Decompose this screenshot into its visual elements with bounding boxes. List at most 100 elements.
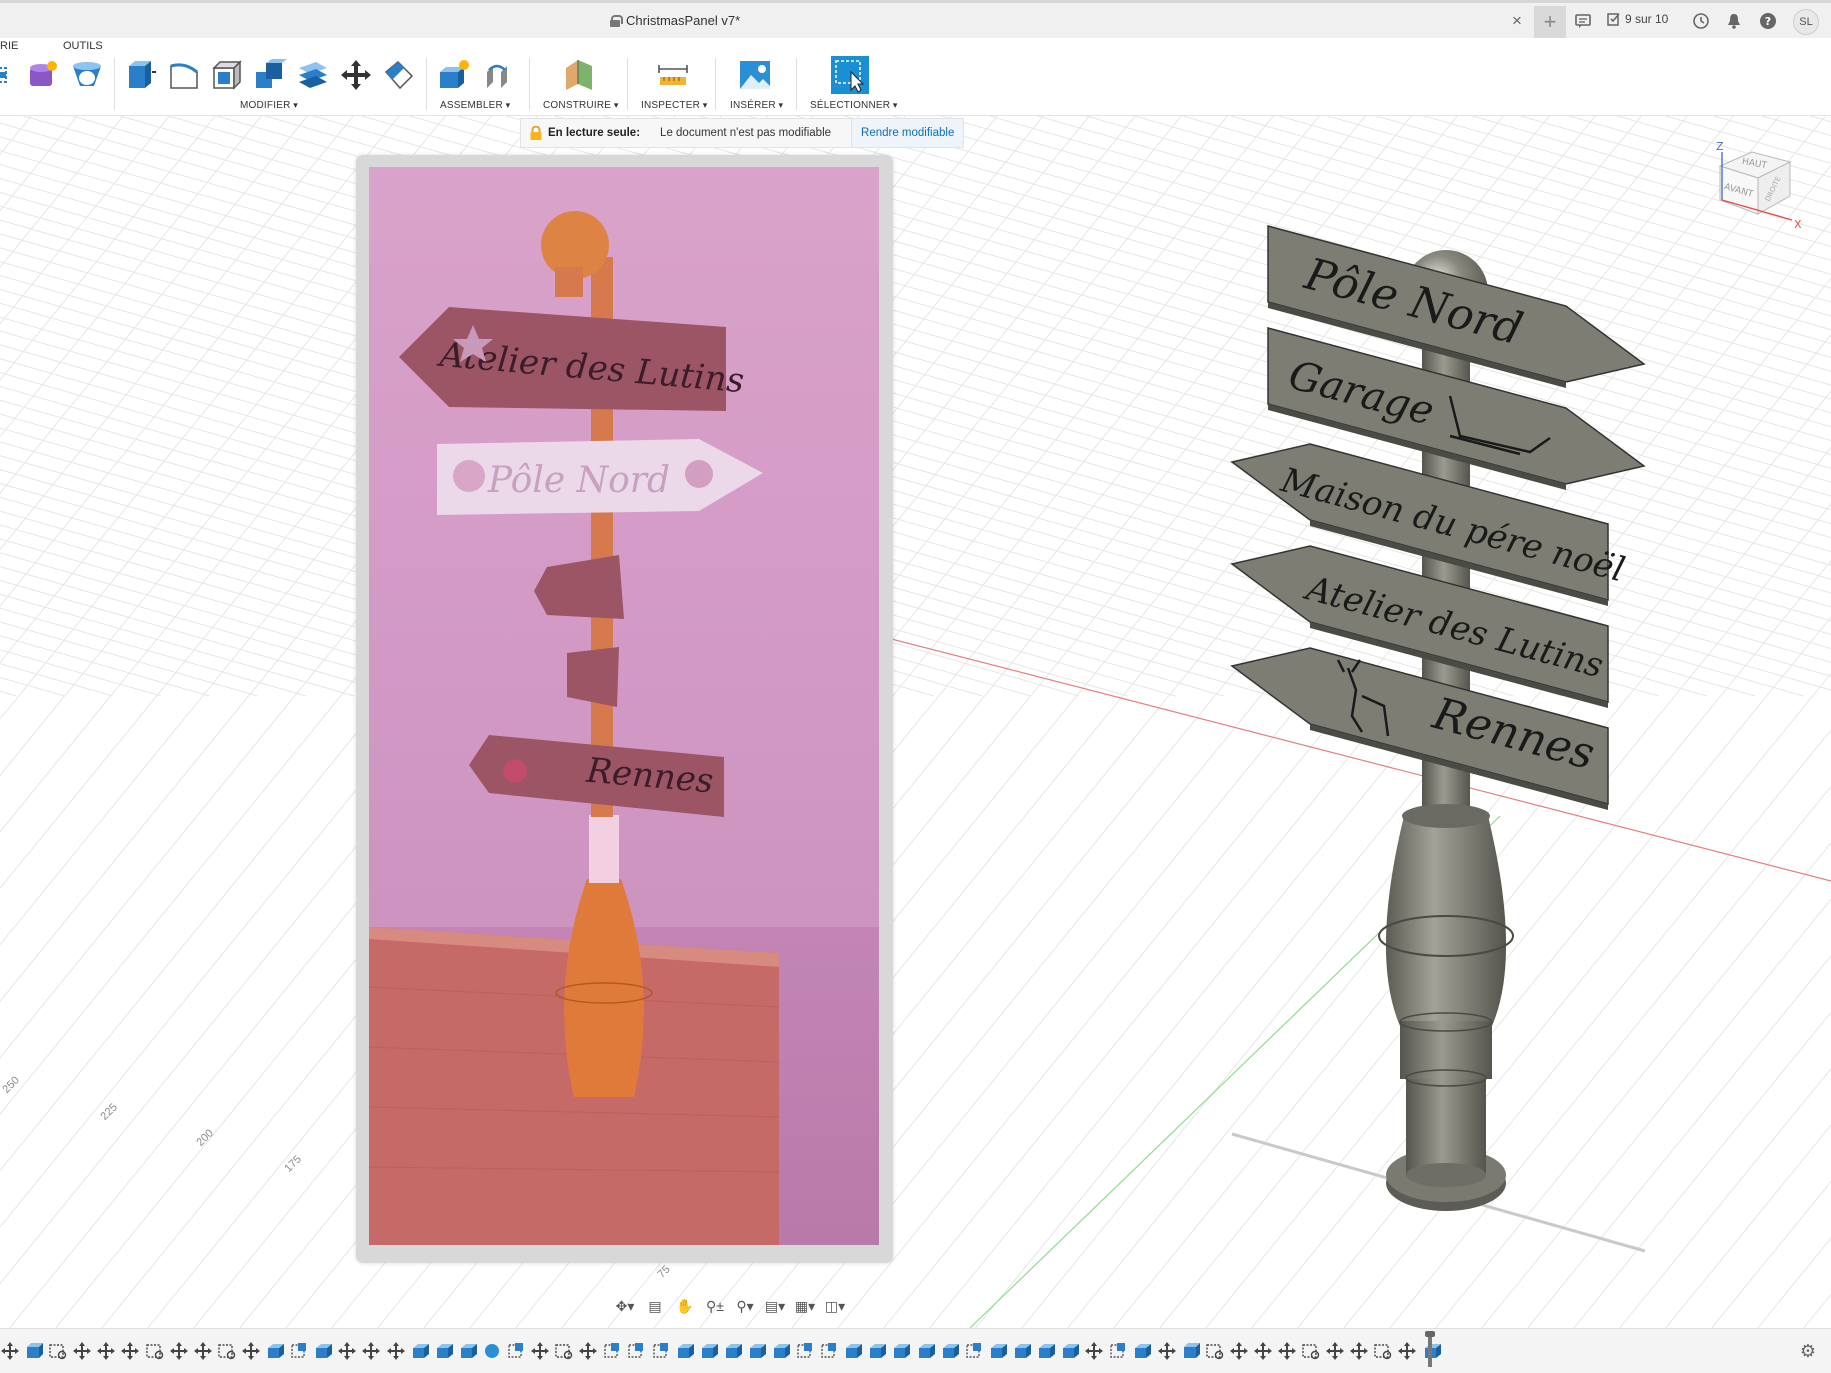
canvas-image-icon[interactable] [738, 58, 772, 92]
shell-icon[interactable] [210, 58, 244, 92]
fillet-icon[interactable] [167, 58, 201, 92]
timeline-plane-feature-icon[interactable] [964, 1341, 984, 1361]
measure-icon[interactable] [656, 58, 690, 92]
timeline-move-feature-icon[interactable] [1084, 1341, 1104, 1361]
timeline-move-feature-icon[interactable] [96, 1341, 116, 1361]
timeline-move-feature-icon[interactable] [241, 1341, 261, 1361]
revolve-icon[interactable] [70, 58, 104, 92]
signpost-model[interactable]: Pôle Nord Garage Maison du pére noël Ate… [1230, 225, 1646, 1211]
timeline-move-feature-icon[interactable] [1253, 1341, 1273, 1361]
timeline-settings-gear-icon[interactable]: ⚙ [1798, 1341, 1818, 1361]
timeline-sketch-feature-icon[interactable] [1205, 1341, 1225, 1361]
timeline-move-feature-icon[interactable] [120, 1341, 140, 1361]
make-editable-button[interactable]: Rendre modifiable [851, 119, 964, 147]
timeline-extrude-feature-icon[interactable] [916, 1341, 936, 1361]
timeline-marker[interactable] [1425, 1331, 1435, 1367]
timeline-sketch-feature-icon[interactable] [48, 1341, 68, 1361]
grid-settings-icon[interactable]: ▦▾ [792, 1295, 818, 1317]
timeline-sketch-feature-icon[interactable] [1373, 1341, 1393, 1361]
timeline-sketch-feature-icon[interactable] [1301, 1341, 1321, 1361]
timeline-plane-feature-icon[interactable] [1108, 1341, 1128, 1361]
timeline-extrude-feature-icon[interactable] [940, 1341, 960, 1361]
zoom-icon[interactable]: ⚲± [702, 1295, 728, 1317]
timeline-sphere-feature-icon[interactable] [482, 1341, 502, 1361]
timeline-extrude-feature-icon[interactable] [458, 1341, 478, 1361]
modify-menu[interactable]: MODIFIER [240, 100, 298, 111]
timeline-move-feature-icon[interactable] [1157, 1341, 1177, 1361]
timeline-extrude-feature-icon[interactable] [1132, 1341, 1152, 1361]
timeline-extrude-feature-icon[interactable] [1012, 1341, 1032, 1361]
timeline-extrude-feature-icon[interactable] [1060, 1341, 1080, 1361]
job-status[interactable]: 9 sur 10 [1607, 12, 1668, 26]
move-icon[interactable] [339, 58, 373, 92]
timeline-move-feature-icon[interactable] [578, 1341, 598, 1361]
display-settings-icon[interactable]: ▤▾ [762, 1295, 788, 1317]
look-at-icon[interactable]: ▤ [642, 1295, 668, 1317]
tab-surface[interactable]: RIE [0, 40, 18, 52]
timeline-plane-feature-icon[interactable] [506, 1341, 526, 1361]
timeline-extrude-feature-icon[interactable] [988, 1341, 1008, 1361]
user-avatar[interactable]: SL [1793, 9, 1819, 35]
combine-icon[interactable] [253, 58, 287, 92]
timeline-plane-feature-icon[interactable] [626, 1341, 646, 1361]
construct-menu[interactable]: CONSTRUIRE [543, 100, 619, 111]
pan-icon[interactable]: ✋ [672, 1295, 698, 1317]
history-icon[interactable] [1692, 12, 1710, 30]
insert-menu[interactable]: INSÉRER [730, 100, 783, 111]
assemble-menu[interactable]: ASSEMBLER [440, 100, 510, 111]
timeline-extrude-feature-icon[interactable] [434, 1341, 454, 1361]
timeline-plane-feature-icon[interactable] [819, 1341, 839, 1361]
timeline-extrude-feature-icon[interactable] [771, 1341, 791, 1361]
timeline-move-feature-icon[interactable] [386, 1341, 406, 1361]
document-title[interactable]: ChristmasPanel v7* [610, 13, 740, 28]
3d-viewport[interactable]: Pôle Nord Garage Maison du pére noël Ate… [0, 116, 1831, 1328]
close-tab-button[interactable]: × [1512, 11, 1522, 31]
timeline-move-feature-icon[interactable] [361, 1341, 381, 1361]
timeline-sketch-feature-icon[interactable] [145, 1341, 165, 1361]
canvas-image[interactable]: Atelier des Lutins Pôle Nord Rennes [356, 155, 893, 1263]
new-tab-button[interactable]: + [1534, 6, 1566, 39]
timeline-plane-feature-icon[interactable] [602, 1341, 622, 1361]
help-icon[interactable]: ? [1759, 12, 1777, 30]
timeline-extrude-feature-icon[interactable] [313, 1341, 333, 1361]
timeline-move-feature-icon[interactable] [337, 1341, 357, 1361]
timeline-move-feature-icon[interactable] [0, 1341, 20, 1361]
timeline-move-feature-icon[interactable] [72, 1341, 92, 1361]
timeline-move-feature-icon[interactable] [530, 1341, 550, 1361]
comments-icon[interactable] [1574, 12, 1592, 30]
split-body-icon[interactable] [382, 58, 416, 92]
timeline-move-feature-icon[interactable] [1277, 1341, 1297, 1361]
orbit-icon[interactable]: ✥▾ [612, 1295, 638, 1317]
timeline-extrude-feature-icon[interactable] [867, 1341, 887, 1361]
timeline-move-feature-icon[interactable] [193, 1341, 213, 1361]
tab-tools[interactable]: OUTILS [63, 40, 103, 52]
new-component-icon[interactable] [437, 58, 471, 92]
timeline-move-feature-icon[interactable] [1397, 1341, 1417, 1361]
form-icon[interactable] [26, 58, 60, 92]
timeline-extrude-feature-icon[interactable] [699, 1341, 719, 1361]
timeline-extrude-feature-icon[interactable] [891, 1341, 911, 1361]
select-menu[interactable]: SÉLECTIONNER [810, 100, 898, 111]
timeline-body-feature-icon[interactable] [1181, 1341, 1201, 1361]
timeline-sketch-feature-icon[interactable] [217, 1341, 237, 1361]
view-cube[interactable]: HAUT AVANT DROITE Z X [1688, 138, 1808, 238]
timeline-move-feature-icon[interactable] [169, 1341, 189, 1361]
fit-icon[interactable]: ⚲▾ [732, 1295, 758, 1317]
timeline-sketch-feature-icon[interactable] [554, 1341, 574, 1361]
timeline-extrude-feature-icon[interactable] [843, 1341, 863, 1361]
timeline-extrude-feature-icon[interactable] [747, 1341, 767, 1361]
inspect-menu[interactable]: INSPECTER [641, 100, 707, 111]
timeline-extrude-feature-icon[interactable] [265, 1341, 285, 1361]
press-pull-icon[interactable] [124, 58, 158, 92]
timeline-extrude-feature-icon[interactable] [723, 1341, 743, 1361]
timeline-extrude-feature-icon[interactable] [1036, 1341, 1056, 1361]
construct-plane-icon[interactable] [562, 58, 596, 92]
timeline-plane-feature-icon[interactable] [289, 1341, 309, 1361]
timeline-extrude-feature-icon[interactable] [410, 1341, 430, 1361]
select-icon[interactable] [831, 56, 869, 94]
timeline-move-feature-icon[interactable] [1229, 1341, 1249, 1361]
timeline-extrude-feature-icon[interactable] [675, 1341, 695, 1361]
offset-face-icon[interactable] [296, 58, 330, 92]
sketch-icon[interactable] [0, 58, 14, 92]
timeline-plane-feature-icon[interactable] [651, 1341, 671, 1361]
